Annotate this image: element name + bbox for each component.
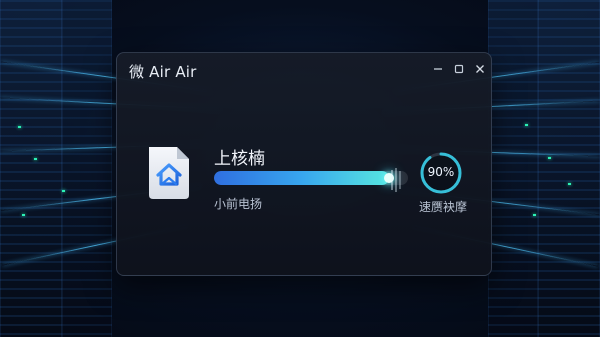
data-light	[18, 126, 21, 128]
server-rack-left	[0, 0, 62, 337]
window-title: 微 Air Air	[129, 63, 197, 81]
window-titlebar[interactable]: 微 Air Air	[117, 53, 491, 87]
server-rack-right-inner	[488, 0, 538, 337]
minimize-icon	[434, 68, 442, 70]
close-button[interactable]	[473, 62, 487, 76]
app-window: 微 Air Air 上核楠 小前电扬 90% 速赝袂摩	[116, 52, 492, 276]
data-light	[525, 124, 528, 126]
progress-status-text: 小前电扬	[214, 197, 263, 211]
server-rack-right	[538, 0, 600, 337]
close-icon	[476, 65, 484, 73]
data-light	[34, 158, 37, 160]
data-light	[62, 190, 65, 192]
data-light	[533, 214, 536, 216]
data-light	[22, 214, 25, 216]
progress-spark-lines	[391, 168, 401, 192]
data-light	[568, 183, 571, 185]
data-light	[548, 157, 551, 159]
maximize-icon	[454, 64, 464, 74]
document-folder-icon	[149, 147, 189, 199]
server-rack-left-inner	[62, 0, 112, 337]
maximize-button[interactable]	[452, 62, 466, 76]
minimize-button[interactable]	[431, 62, 445, 76]
progress-bar	[214, 171, 408, 185]
gauge-label: 速赝袂摩	[418, 200, 467, 214]
desktop-background: 微 Air Air 上核楠 小前电扬 90% 速赝袂摩	[0, 0, 600, 337]
app-name: 上核楠	[214, 149, 265, 169]
progress-bar-fill	[214, 171, 389, 185]
gauge-percentage: 90%	[427, 165, 455, 179]
